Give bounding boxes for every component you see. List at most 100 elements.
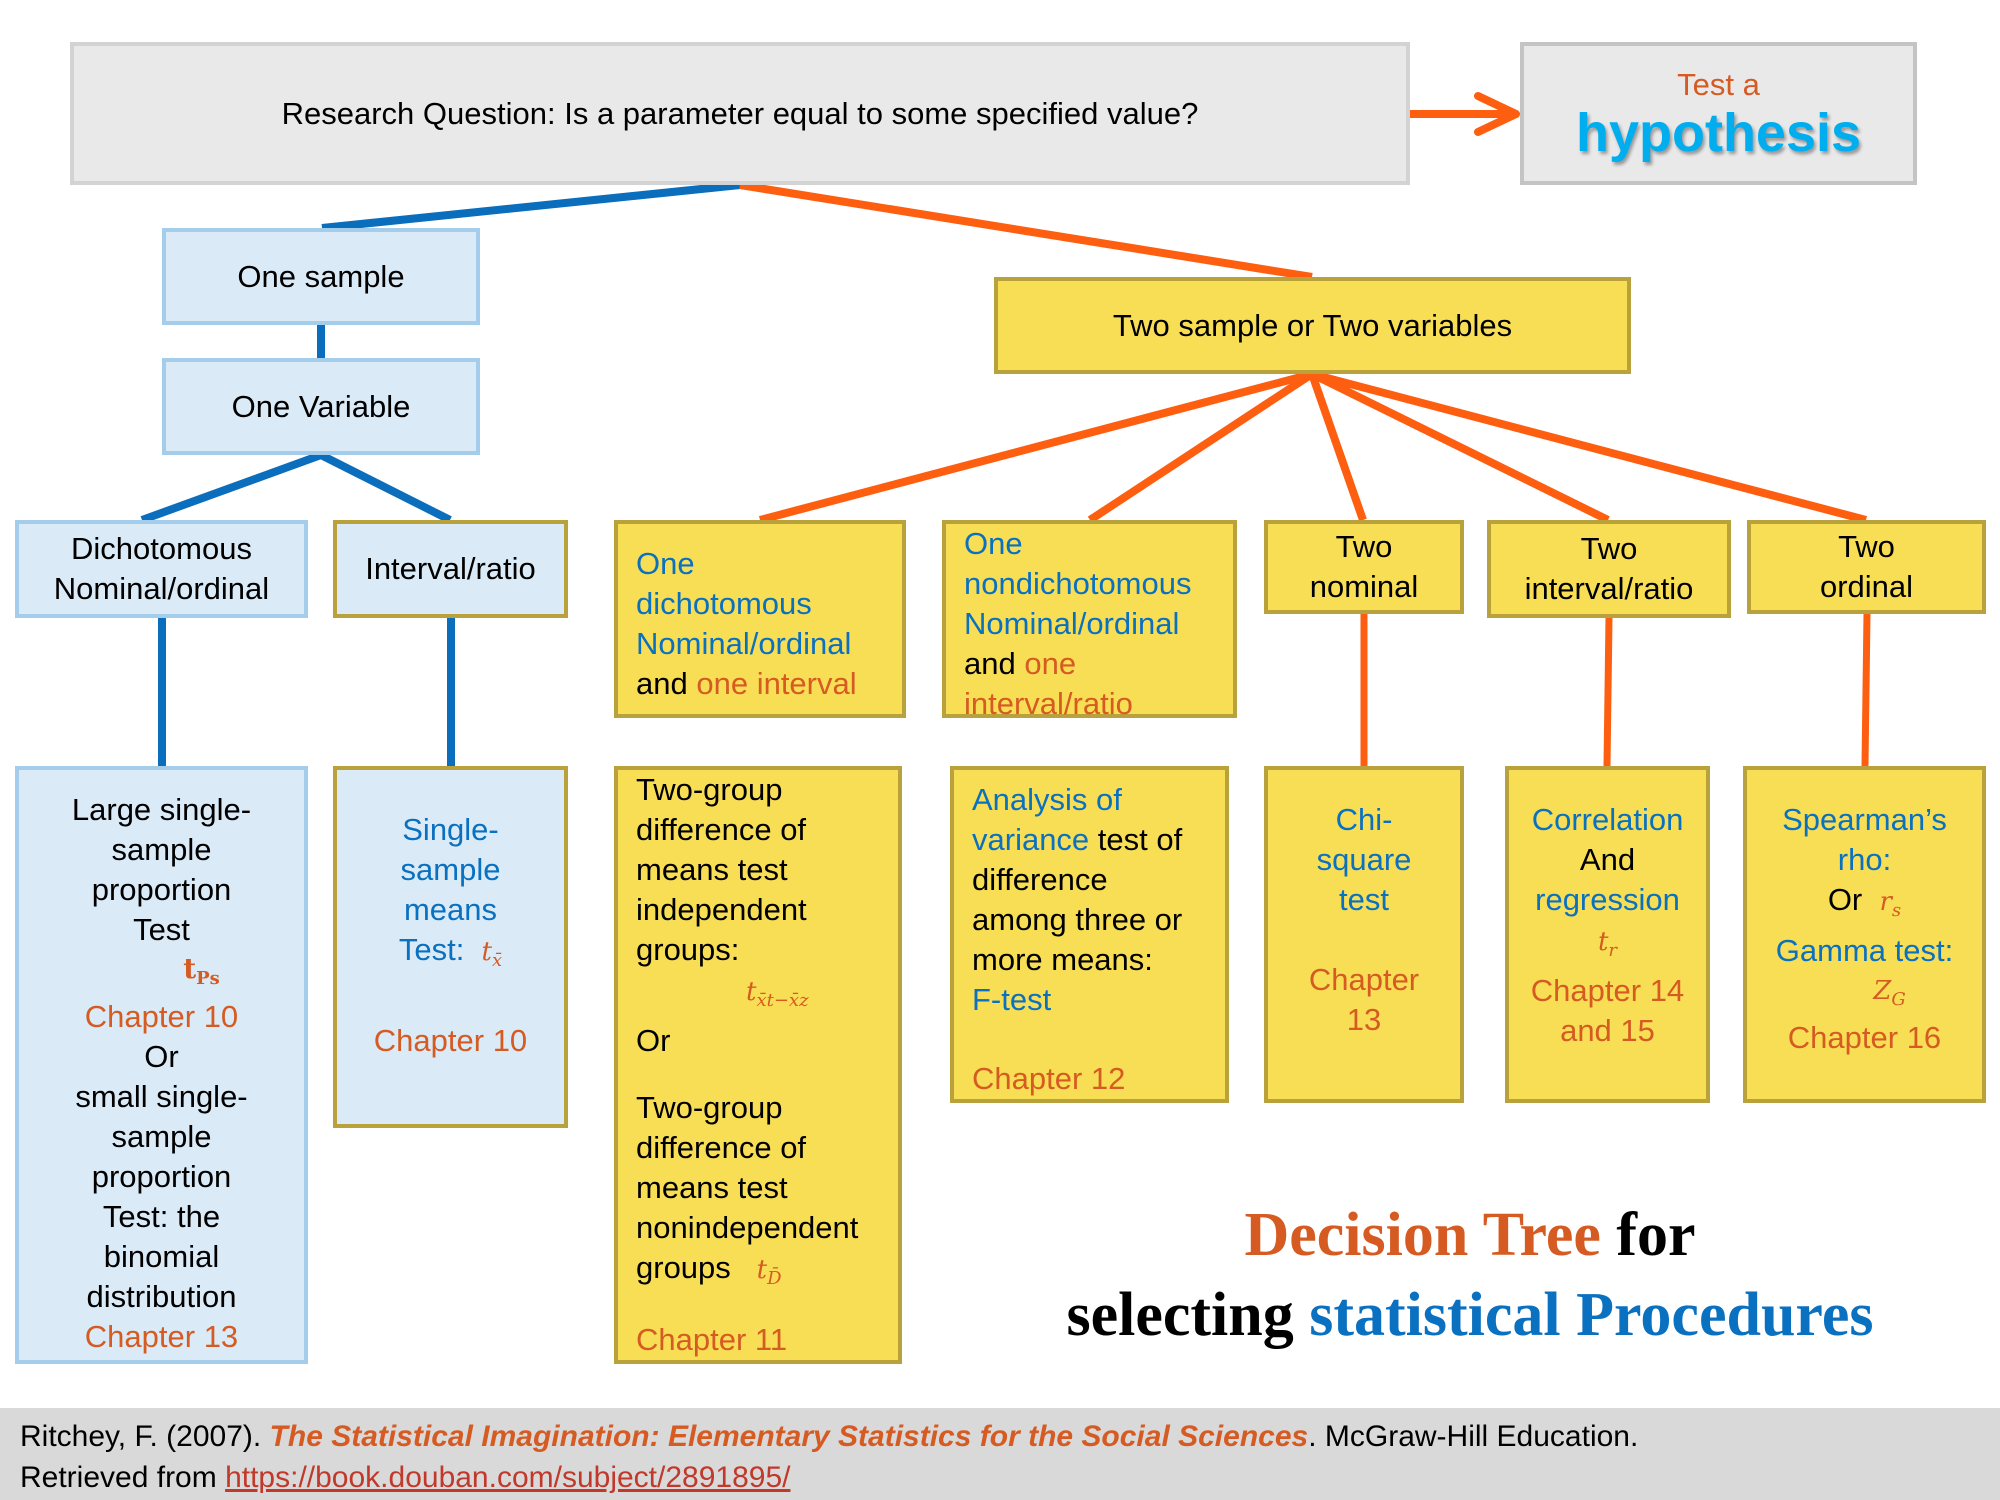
chapter-label: Chapter	[1308, 962, 1420, 997]
connector-two-sample-cat1	[758, 370, 1314, 524]
text-line: Two	[1580, 531, 1638, 566]
correlation-test-box: Correlation And regression tr Chapter 14…	[1505, 766, 1710, 1103]
text-line: interval/ratio	[1524, 571, 1694, 606]
text-line: means test	[636, 1170, 788, 1206]
text-line: sample	[111, 1119, 212, 1154]
one-dichotomous-box: One dichotomous Nominal/ordinal and one …	[614, 520, 906, 718]
chapter-label: Chapter 11	[636, 1322, 788, 1357]
dichotomous-box: Dichotomous Nominal/ordinal	[15, 520, 308, 618]
source-link[interactable]: https://book.douban.com/subject/2891895/	[225, 1461, 790, 1494]
interval-ratio-label: Interval/ratio	[365, 551, 536, 586]
title-line-1: Decision Tree for	[1244, 1201, 1696, 1269]
connector-interval-ratio-test	[1603, 617, 1613, 767]
text-line: One	[964, 526, 1023, 561]
text-line: distribution	[86, 1279, 237, 1314]
text-line: difference	[972, 862, 1108, 897]
text-line: Nominal/ordinal	[636, 626, 852, 661]
two-sample-label: Two sample or Two variables	[1112, 307, 1513, 343]
text-line: difference of	[636, 812, 807, 847]
text-line: sample	[400, 852, 501, 887]
connector-ordinal-test	[1861, 613, 1871, 767]
text-line: binomial	[103, 1239, 220, 1274]
text-line: Spearman’s	[1782, 802, 1947, 837]
z-g-symbol: ZG	[1873, 976, 1906, 1010]
text-line: sample	[111, 832, 212, 867]
diagram-title: Decision Tree for selecting statistical …	[960, 1195, 1980, 1355]
chapter-label: Chapter 12	[972, 1061, 1126, 1096]
hypothesis-box: Test a hypothesis	[1520, 42, 1917, 185]
text-line: Large single-	[71, 792, 252, 827]
text-line: groups tD̄	[636, 1250, 782, 1290]
t-ps-symbol: tPs	[183, 952, 220, 989]
text-line: rho:	[1837, 842, 1892, 877]
text-line: dichotomous	[636, 586, 812, 621]
text-line: Two-group	[636, 772, 783, 807]
text-line: proportion	[91, 872, 232, 907]
connector-two-sample-cat2	[1087, 370, 1315, 524]
two-nominal-box: Two nominal	[1264, 520, 1464, 614]
text-line: nominal	[1309, 569, 1419, 604]
one-variable-label: One Variable	[231, 388, 411, 424]
text-line: interval/ratio	[964, 686, 1133, 721]
single-means-test-box: Single- sample means Test: tx̄ Chapter 1…	[333, 766, 568, 1128]
text-line: nondichotomous	[964, 566, 1192, 601]
chapter-label: Chapter 10	[373, 1023, 528, 1058]
text-line: One	[636, 546, 695, 581]
text-line: Two-group	[636, 1090, 783, 1126]
research-question-text: Research Question: Is a parameter equal …	[281, 95, 1199, 131]
chapter-label: Chapter 13	[84, 1319, 239, 1354]
proportion-test-box: Large single- sample proportion Test tPs…	[15, 766, 308, 1364]
citation-line-2: Retrieved from https://book.douban.com/s…	[20, 1461, 791, 1494]
two-sample-box: Two sample or Two variables	[994, 277, 1631, 374]
text-line: regression	[1535, 882, 1680, 917]
text-line: nonindependent	[636, 1210, 859, 1246]
hypothesis-text: hypothesis	[1575, 102, 1862, 163]
connector-variable-dichotomous	[140, 451, 323, 524]
chapter-label: Chapter 14	[1530, 973, 1685, 1008]
anova-test-box: Analysis of variance test of difference …	[950, 766, 1229, 1103]
text-line: Test	[133, 912, 190, 947]
connector-two-sample-cat5	[1310, 370, 1868, 524]
t-r-symbol: tr	[1597, 927, 1618, 961]
text-line: groups:	[636, 932, 740, 967]
text-line: Single-	[402, 812, 499, 847]
dichotomous-line1: Dichotomous	[71, 531, 252, 566]
two-interval-ratio-box: Two interval/ratio	[1487, 520, 1731, 618]
text-line: small single-	[75, 1079, 248, 1114]
text-line: variance test of	[972, 822, 1183, 857]
dichotomous-line2: Nominal/ordinal	[53, 571, 270, 606]
text-line: Two	[1838, 529, 1895, 564]
text-line: difference of	[636, 1130, 807, 1166]
or-label: Or	[144, 1039, 179, 1074]
text-line: means test	[636, 852, 788, 887]
chapter-label: and 15	[1560, 1013, 1655, 1048]
text-line: among three or	[972, 902, 1183, 937]
text-line: Analysis of	[972, 782, 1122, 817]
interval-ratio-box: Interval/ratio	[333, 520, 568, 618]
text-line: Chi-	[1335, 802, 1393, 837]
spearman-test-box: Spearman’s rho: Or rs Gamma test: ZG Cha…	[1743, 766, 1986, 1103]
text-line: test	[1339, 882, 1389, 917]
text-line: Test: tx̄	[398, 932, 503, 971]
text-line: And	[1579, 842, 1636, 877]
or-label: Or	[636, 1023, 671, 1058]
connector-root-one-sample	[321, 181, 741, 232]
text-line: Two	[1335, 529, 1393, 564]
title-line-2: selecting statistical Procedures	[1066, 1281, 1874, 1349]
text-line: square	[1316, 842, 1412, 877]
one-sample-label: One sample	[237, 258, 405, 294]
one-sample-box: One sample	[162, 228, 480, 325]
text-line: and one interval	[636, 666, 857, 701]
text-line: and one	[964, 646, 1077, 681]
text-line: Correlation	[1531, 802, 1684, 837]
connector-root-two-sample	[739, 181, 1313, 281]
chi-square-test-box: Chi- square test Chapter 13	[1264, 766, 1464, 1103]
text-line: Gamma test:	[1775, 933, 1954, 968]
text-line: more means:	[972, 942, 1153, 977]
text-line: proportion	[91, 1159, 232, 1194]
text-line: Test: the	[102, 1199, 221, 1234]
chapter-label: Chapter 10	[84, 999, 239, 1034]
connector-variable-interval	[319, 451, 452, 524]
text-line: Nominal/ordinal	[964, 606, 1180, 641]
text-line: ordinal	[1819, 569, 1914, 604]
